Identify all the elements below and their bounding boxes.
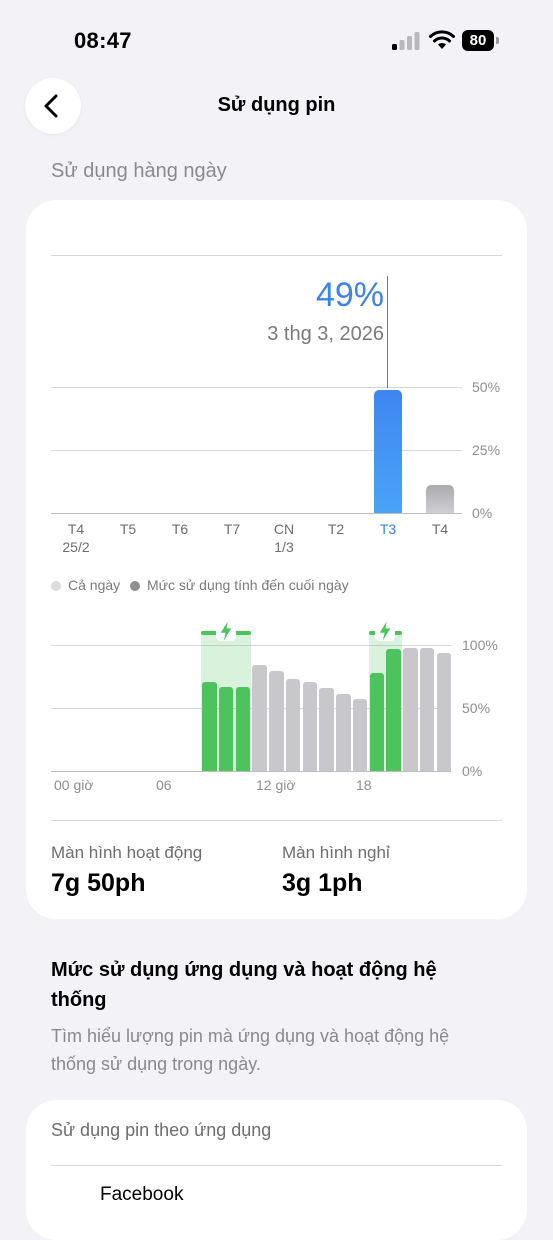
daily-bar[interactable] [426,485,454,513]
battery-icon: 80 [462,30,500,51]
hourly-bar[interactable] [218,686,234,771]
hourly-baseline [51,771,451,772]
app-usage-heading: Mức sử dụng ứng dụng và hoạt động hệ thố… [51,959,437,1011]
app-list-divider [51,1165,502,1166]
daily-y-tick: 0% [472,505,493,521]
hourly-y-tick: 0% [462,763,483,779]
daily-grid-line [51,387,462,388]
hourly-bar[interactable] [269,671,284,771]
hourly-bar[interactable] [252,665,267,771]
section-title-daily: Sử dụng hàng ngày [51,160,227,182]
screen-active-value: 7g 50ph [51,869,146,897]
legend-end-of-day: Mức sử dụng tính đến cuối ngày [130,577,349,593]
bolt-icon [379,621,391,641]
screen-idle-value: 3g 1ph [282,869,363,897]
legend-end-of-day-label: Mức sử dụng tính đến cuối ngày [147,577,349,593]
hourly-x-tick: 12 giờ [256,777,296,793]
daily-day-label[interactable]: T2 [316,520,356,538]
daily-bar[interactable] [374,389,402,513]
app-list-item-facebook[interactable]: Facebook [100,1184,183,1206]
app-usage-description: Tìm hiểu lượng pin mà ứng dụng và hoạt đ… [51,1026,450,1074]
hourly-bar[interactable] [319,687,334,771]
stats-divider [51,820,502,821]
daily-y-tick: 25% [472,442,501,458]
hourly-y-tick: 50% [462,700,491,716]
hourly-bar[interactable] [369,672,384,771]
hourly-x-tick: 06 [156,777,172,793]
status-time: 08:47 [74,28,132,53]
battery-level: 80 [462,30,494,51]
hourly-bar[interactable] [235,686,250,771]
battery-usage-card [26,200,527,919]
hourly-bar[interactable] [386,648,401,771]
daily-day-label[interactable]: T4 [420,520,460,538]
bolt-icon [220,621,232,641]
screen-idle-label: Màn hình nghỉ [282,843,390,862]
hourly-bar[interactable] [403,647,418,771]
hourly-x-tick: 18 [356,777,372,793]
page-title: Sử dụng pin [217,94,336,116]
hourly-bar[interactable] [285,679,301,771]
daily-day-label[interactable]: T4 25/2 [56,520,96,556]
signal-icon [392,32,420,50]
legend-dot-icon [130,581,140,591]
legend-dot-icon [51,581,61,591]
wifi-icon [429,30,455,49]
daily-day-label[interactable]: T5 [108,520,148,538]
hourly-bar[interactable] [302,681,317,771]
daily-day-label[interactable]: CN 1/3 [264,520,304,556]
hourly-bar[interactable] [352,699,368,771]
chart-top-line [51,255,502,256]
hourly-bar[interactable] [419,647,435,771]
hourly-y-tick: 100% [462,637,498,653]
selection-indicator-line [387,276,388,388]
daily-baseline [51,513,462,514]
daily-day-label[interactable]: T7 [212,520,252,538]
hourly-x-tick: 00 giờ [54,777,94,793]
selected-day-percentage: 49% [315,276,384,314]
selected-day-date: 3 thg 3, 2026 [267,323,384,345]
app-usage-card-title: Sử dụng pin theo ứng dụng [51,1120,272,1140]
hourly-bar[interactable] [436,652,451,771]
daily-day-label[interactable]: T6 [160,520,200,538]
legend-all-day: Cả ngày [51,577,120,593]
hourly-bar[interactable] [336,694,351,771]
daily-day-label[interactable]: T3 [368,520,408,538]
legend-all-day-label: Cả ngày [68,577,121,593]
screen-active-label: Màn hình hoạt động [51,843,203,862]
daily-y-tick: 50% [472,379,501,395]
hourly-bar[interactable] [202,681,217,771]
